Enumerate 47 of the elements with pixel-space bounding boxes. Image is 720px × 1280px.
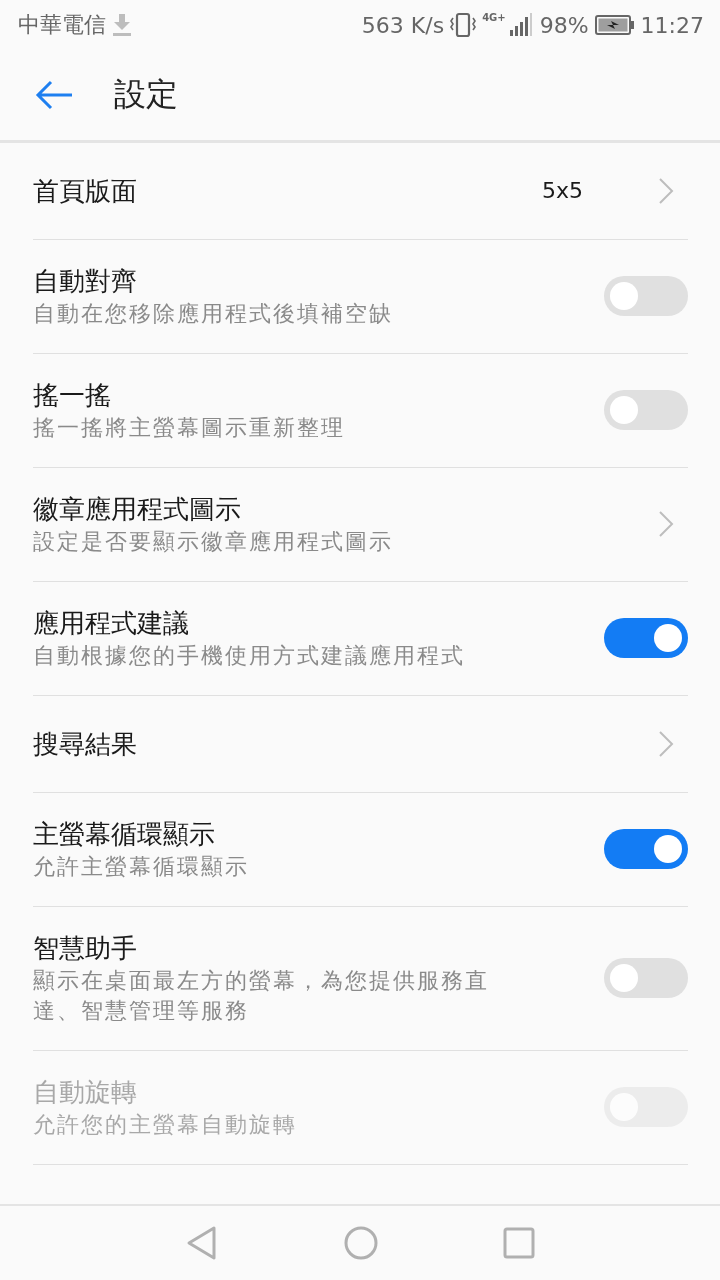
clock: 11:27 [640, 12, 704, 38]
chevron-right-icon [658, 176, 674, 205]
settings-row[interactable]: 智慧助手 顯示在桌面最左方的螢幕，為您提供服務直達、智慧管理等服務 [33, 907, 688, 1051]
toggle-switch[interactable] [604, 958, 688, 998]
setting-title: 徽章應用程式圖示 [33, 493, 242, 526]
setting-title: 搜尋結果 [33, 727, 138, 761]
setting-title: 自動對齊 [33, 265, 138, 298]
back-button[interactable] [34, 79, 74, 111]
vibrate-icon [450, 12, 477, 38]
setting-title: 智慧助手 [33, 932, 138, 965]
setting-description: 顯示在桌面最左方的螢幕，為您提供服務直達、智慧管理等服務 [33, 967, 490, 1025]
setting-title: 搖一搖 [33, 379, 112, 412]
settings-row[interactable]: 搖一搖 搖一搖將主螢幕圖示重新整理 [33, 354, 688, 468]
signal-icon [507, 12, 534, 38]
settings-row[interactable]: 搜尋結果 [33, 696, 688, 793]
settings-row[interactable]: 自動對齊 自動在您移除應用程式後填補空缺 [33, 240, 688, 354]
setting-title: 自動旋轉 [33, 1076, 138, 1109]
page-title: 設定 [114, 74, 178, 115]
battery-charging-icon [594, 14, 635, 36]
setting-description: 自動在您移除應用程式後填補空缺 [33, 300, 394, 328]
setting-description: 允許您的主螢幕自動旋轉 [33, 1111, 298, 1139]
network-type: 4G+ [482, 12, 506, 23]
battery-percent: 98% [539, 12, 589, 38]
home-icon[interactable] [344, 1226, 378, 1260]
setting-title: 主螢幕循環顯示 [33, 818, 216, 851]
toggle-switch[interactable] [604, 390, 688, 430]
settings-row[interactable]: 應用程式建議 自動根據您的手機使用方式建議應用程式 [33, 582, 688, 696]
toggle-switch[interactable] [604, 276, 688, 316]
chevron-right-icon [658, 729, 674, 758]
download-icon [112, 14, 132, 36]
setting-title: 首頁版面 [33, 174, 138, 208]
settings-row[interactable]: 徽章應用程式圖示 設定是否要顯示徽章應用程式圖示 [33, 468, 688, 582]
chevron-right-icon [658, 510, 674, 538]
carrier-name: 中華電信 [18, 11, 106, 39]
settings-row[interactable]: 主螢幕循環顯示 允許主螢幕循環顯示 [33, 793, 688, 907]
back-icon[interactable] [185, 1225, 219, 1261]
setting-description: 自動根據您的手機使用方式建議應用程式 [33, 642, 466, 670]
network-speed: 563 K/s [361, 12, 445, 38]
setting-description: 允許主螢幕循環顯示 [33, 853, 250, 881]
recent-apps-icon[interactable] [503, 1227, 535, 1259]
toggle-switch[interactable] [604, 618, 688, 658]
setting-description: 設定是否要顯示徽章應用程式圖示 [33, 528, 394, 556]
setting-value: 5x5 [542, 178, 583, 203]
setting-description: 搖一搖將主螢幕圖示重新整理 [33, 414, 346, 442]
setting-title: 應用程式建議 [33, 607, 190, 640]
settings-row[interactable]: 首頁版面 5x5 [33, 143, 688, 240]
toggle-switch[interactable] [604, 829, 688, 869]
